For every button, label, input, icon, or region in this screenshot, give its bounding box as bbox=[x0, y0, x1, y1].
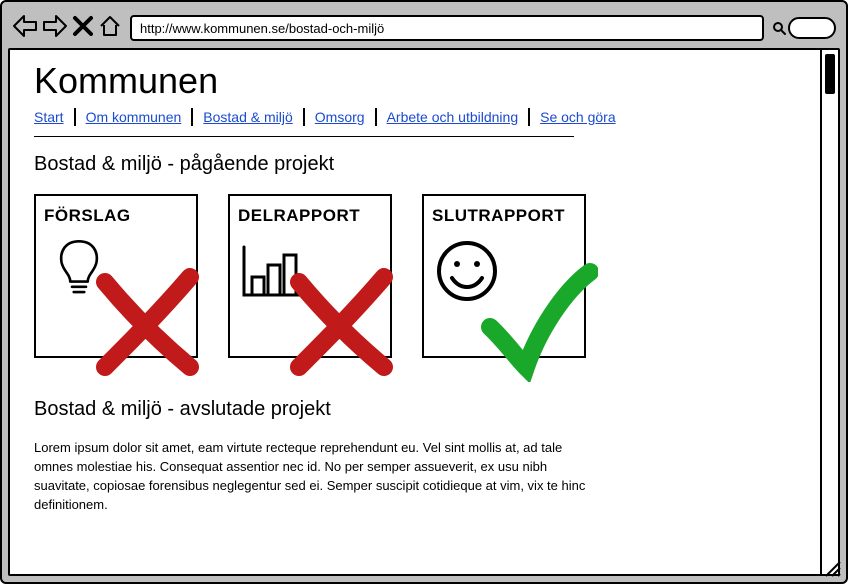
page-content: Kommunen Start Om kommunen Bostad & milj… bbox=[10, 50, 820, 574]
nav-link-om-kommunen[interactable]: Om kommunen bbox=[76, 109, 192, 125]
card-title: SLUTRAPPORT bbox=[432, 206, 576, 226]
card-title: DELRAPPORT bbox=[238, 206, 382, 226]
browser-toolbar: http://www.kommunen.se/bostad-och-miljö bbox=[8, 8, 840, 48]
barchart-icon bbox=[238, 236, 308, 306]
home-icon[interactable] bbox=[98, 14, 122, 43]
search-icon bbox=[772, 21, 786, 35]
smiley-icon bbox=[432, 236, 502, 306]
nav-link-start[interactable]: Start bbox=[34, 109, 74, 125]
nav-link-arbete[interactable]: Arbete och utbildning bbox=[377, 109, 529, 125]
search-box[interactable] bbox=[772, 17, 836, 39]
completed-body: Lorem ipsum dolor sit amet, eam virtute … bbox=[34, 439, 594, 514]
resize-grip-icon[interactable] bbox=[824, 560, 842, 578]
forward-icon[interactable] bbox=[42, 14, 68, 43]
divider bbox=[34, 136, 574, 137]
nav-link-se-och-gora[interactable]: Se och göra bbox=[530, 109, 626, 125]
lightbulb-icon bbox=[44, 236, 114, 306]
viewport: Kommunen Start Om kommunen Bostad & milj… bbox=[8, 48, 840, 576]
site-title: Kommunen bbox=[34, 60, 796, 102]
nav-link-bostad-miljo[interactable]: Bostad & miljö bbox=[193, 109, 302, 125]
card-title: FÖRSLAG bbox=[44, 206, 188, 226]
project-cards: FÖRSLAG DELRAPPORT bbox=[34, 194, 796, 358]
browser-window: http://www.kommunen.se/bostad-och-miljö … bbox=[0, 0, 848, 584]
completed-heading: Bostad & miljö - avslutade projekt bbox=[34, 398, 796, 421]
scroll-thumb[interactable] bbox=[825, 54, 835, 94]
url-text: http://www.kommunen.se/bostad-och-miljö bbox=[140, 21, 384, 36]
card-delrapport[interactable]: DELRAPPORT bbox=[228, 194, 392, 358]
main-nav: Start Om kommunen Bostad & miljö Omsorg … bbox=[34, 108, 796, 126]
ongoing-heading: Bostad & miljö - pågående projekt bbox=[34, 153, 796, 176]
card-forslag[interactable]: FÖRSLAG bbox=[34, 194, 198, 358]
url-bar[interactable]: http://www.kommunen.se/bostad-och-miljö bbox=[130, 15, 764, 41]
back-icon[interactable] bbox=[12, 14, 38, 43]
nav-link-omsorg[interactable]: Omsorg bbox=[305, 109, 375, 125]
card-slutrapport[interactable]: SLUTRAPPORT bbox=[422, 194, 586, 358]
scrollbar[interactable] bbox=[820, 50, 838, 574]
nav-buttons bbox=[12, 14, 122, 43]
stop-icon[interactable] bbox=[72, 15, 94, 42]
